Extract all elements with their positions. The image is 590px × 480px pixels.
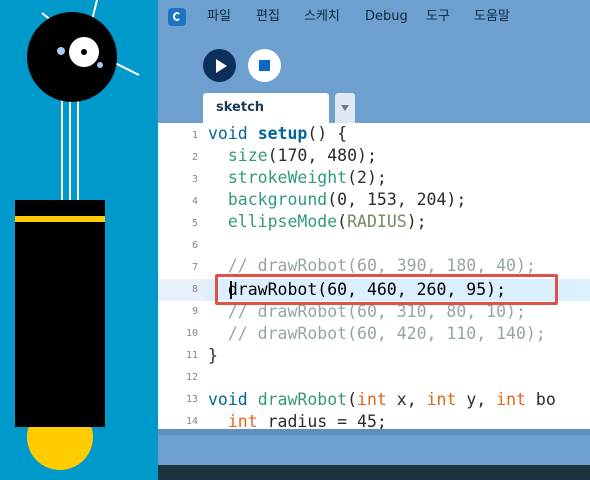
play-icon <box>216 59 227 73</box>
line-number: 2 <box>191 152 198 163</box>
line-number: 6 <box>191 240 198 251</box>
robot-body <box>15 200 105 427</box>
code-line[interactable]: strokeWeight(2); <box>208 167 387 189</box>
console-area <box>158 435 590 465</box>
stop-icon <box>259 60 270 71</box>
menu-tools[interactable]: 도구 <box>426 9 450 25</box>
line-number: 10 <box>185 328 198 339</box>
line-number: 14 <box>185 416 198 427</box>
line-number: 8 <box>191 284 198 295</box>
line-number: 9 <box>191 306 198 317</box>
tab-bar: sketch 250518a <box>158 93 590 145</box>
line-number: 4 <box>191 196 198 207</box>
code-line[interactable]: ellipseMode(RADIUS); <box>208 211 427 233</box>
robot-drawing <box>15 0 140 470</box>
code-line[interactable]: // drawRobot(60, 420, 110, 140); <box>208 323 546 345</box>
robot-eye-small-2 <box>97 62 103 68</box>
line-number: 5 <box>191 218 198 229</box>
line-number: 1 <box>191 130 198 141</box>
menu-help[interactable]: 도움말 <box>474 9 510 25</box>
line-number: 12 <box>185 372 198 383</box>
menu-bar: 파일 편집 스케치 Debug 도구 도움말 <box>158 0 590 34</box>
code-line[interactable]: } <box>208 345 218 367</box>
line-number-gutter: 1 2 3 4 5 6 7 8 9 10 11 12 13 14 <box>158 123 206 429</box>
stop-button[interactable] <box>248 49 281 82</box>
robot-eye-small-1 <box>57 47 65 55</box>
line-number: 7 <box>191 262 198 273</box>
robot-eye-pupil <box>81 49 87 55</box>
code-line[interactable]: int radius = 45; <box>208 411 387 429</box>
code-line[interactable]: background(0, 153, 204); <box>208 189 466 211</box>
menu-file[interactable]: 파일 <box>207 9 231 25</box>
chevron-down-icon <box>341 105 349 111</box>
toolbar <box>158 46 590 86</box>
code-line[interactable]: void drawRobot(int x, int y, int bo <box>208 389 556 411</box>
line-number: 13 <box>185 394 198 405</box>
tab-menu-button[interactable] <box>335 93 355 123</box>
annotation-highlight-box <box>215 274 558 305</box>
robot-stripe <box>15 216 105 222</box>
run-button[interactable] <box>203 49 236 82</box>
sketch-output-canvas <box>0 0 158 480</box>
code-line[interactable]: size(170, 480); <box>208 145 377 167</box>
line-number: 11 <box>185 350 198 361</box>
menu-debug[interactable]: Debug <box>365 9 408 25</box>
line-number: 3 <box>191 174 198 185</box>
code-editor[interactable]: 1 2 3 4 5 6 7 8 9 10 11 12 13 14 void se… <box>158 123 590 429</box>
status-bar <box>158 465 590 480</box>
code-line[interactable]: void setup() { <box>208 123 347 145</box>
ide-window: 파일 편집 스케치 Debug 도구 도움말 sketch 250518a 1 … <box>158 0 590 480</box>
menu-edit[interactable]: 편집 <box>256 9 280 25</box>
tab-sketch[interactable]: sketch 250518a <box>203 93 329 145</box>
processing-logo-icon <box>168 8 186 26</box>
menu-sketch[interactable]: 스케치 <box>304 9 340 25</box>
